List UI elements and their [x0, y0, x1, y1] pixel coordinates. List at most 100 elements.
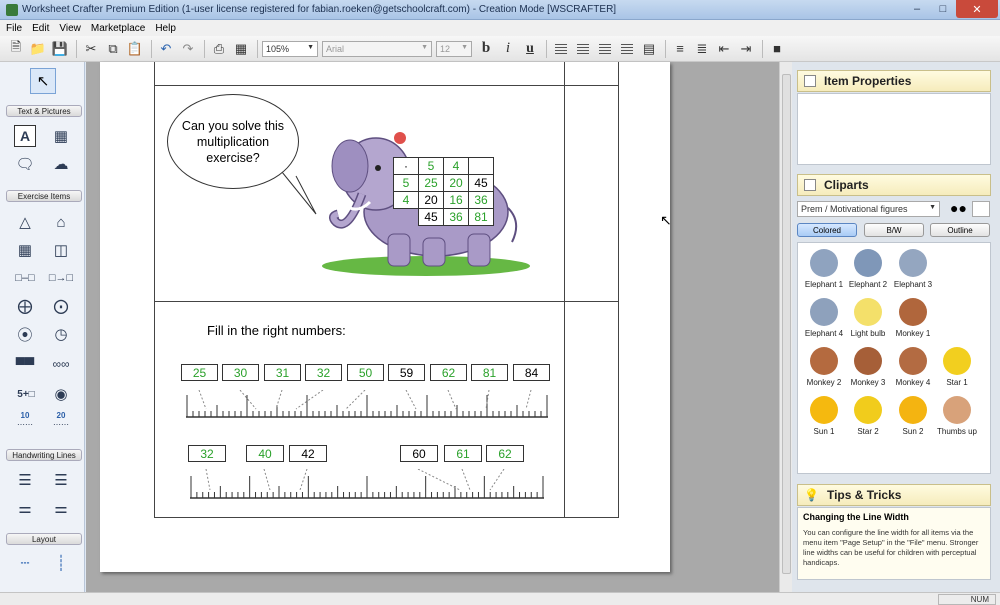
copy-icon[interactable]: ⧉ [103, 39, 123, 59]
number-line-2[interactable] [190, 469, 544, 501]
elephant-task-icon[interactable]: ◉ [50, 383, 72, 405]
filter-outline[interactable]: Outline [930, 223, 990, 237]
section-exercise-items[interactable]: Exercise Items [6, 190, 82, 202]
bullet-list-icon[interactable]: ≡ [670, 39, 690, 59]
menu-file[interactable]: File [6, 23, 22, 34]
number-box[interactable]: 40 [246, 445, 284, 462]
number-box[interactable]: 31 [264, 364, 301, 381]
number-box[interactable]: 60 [400, 445, 438, 462]
clipart-item[interactable]: Monkey 3 [845, 347, 891, 387]
clipart-item[interactable]: Sun 1 [801, 396, 847, 436]
indent-increase-icon[interactable]: ⇥ [736, 39, 756, 59]
maximize-button[interactable]: □ [930, 0, 956, 18]
grid-cell[interactable]: 5 [393, 174, 419, 192]
number-box[interactable]: 30 [222, 364, 259, 381]
grid-cell[interactable]: 25 [418, 174, 444, 192]
menu-marketplace[interactable]: Marketplace [91, 23, 145, 34]
clipart-item[interactable]: Elephant 2 [845, 249, 891, 289]
align-left-icon[interactable] [551, 39, 571, 59]
page-icon[interactable]: ▦ [231, 39, 251, 59]
bold-button[interactable]: b [476, 39, 496, 59]
filter-colored[interactable]: Colored [797, 223, 857, 237]
minimize-button[interactable]: – [904, 0, 930, 18]
grid-cell[interactable]: 4 [393, 191, 419, 209]
horizontal-divider-icon[interactable]: ┄ [14, 552, 36, 574]
canvas-area[interactable]: Can you solve this multiplication exerci… [86, 62, 779, 592]
hundred-grid-icon[interactable]: ▦ [14, 239, 36, 261]
clock-icon[interactable]: ◷ [50, 323, 72, 345]
lines-4-icon[interactable]: ⚌ [50, 497, 72, 519]
paste-icon[interactable]: 📋 [125, 39, 145, 59]
picture-tool-icon[interactable]: ▦ [50, 125, 72, 147]
color-square-icon[interactable]: ■ [767, 39, 787, 59]
math-task-icon[interactable]: 5+□ [12, 383, 40, 405]
speech-bubble-icon[interactable]: 🗨 [14, 153, 36, 175]
clipart-item[interactable]: Monkey 4 [890, 347, 936, 387]
clipart-item[interactable]: Star 1 [934, 347, 980, 387]
cut-icon[interactable]: ✂ [81, 39, 101, 59]
number-box[interactable]: 50 [347, 364, 384, 381]
clipart-item[interactable]: Light bulb [845, 298, 891, 338]
item-properties-header[interactable]: Item Properties [797, 70, 991, 92]
binoculars-icon[interactable]: ●● [950, 200, 967, 216]
clipart-item[interactable]: Elephant 1 [801, 249, 847, 289]
align-center-icon[interactable] [573, 39, 593, 59]
clipart-item[interactable]: Sun 2 [890, 396, 936, 436]
number-box[interactable]: 32 [188, 445, 226, 462]
filter-bw[interactable]: B/W [864, 223, 924, 237]
ruler-icon[interactable]: ▀▀ [14, 353, 36, 375]
clipart-item[interactable]: Star 2 [845, 396, 891, 436]
undo-icon[interactable]: ↶ [156, 39, 176, 59]
grid-cell[interactable]: 36 [468, 191, 494, 209]
zoom-select[interactable]: 105% ▼ [262, 40, 318, 57]
clipart-item[interactable]: Elephant 3 [890, 249, 936, 289]
numbered-list-icon[interactable]: ≣ [692, 39, 712, 59]
table-icon[interactable]: ◫ [50, 239, 72, 261]
number-house-icon[interactable]: ⌂ [50, 211, 72, 233]
text-box-icon[interactable]: ▤ [639, 39, 659, 59]
clipart-item[interactable]: Thumbs up [934, 396, 980, 436]
section-layout[interactable]: Layout [6, 533, 82, 545]
grid-cell[interactable]: 4 [443, 157, 469, 175]
clipart-item[interactable]: Monkey 2 [801, 347, 847, 387]
indent-decrease-icon[interactable]: ⇤ [714, 39, 734, 59]
grid-cell[interactable]: 16 [443, 191, 469, 209]
number-box[interactable]: 62 [430, 364, 467, 381]
align-right-icon[interactable] [595, 39, 615, 59]
number-box[interactable]: 59 [388, 364, 425, 381]
font-select[interactable]: Arial ▼ [322, 40, 432, 57]
number-box[interactable]: 84 [513, 364, 550, 381]
font-size-select[interactable]: 12 ▼ [436, 40, 472, 57]
counter-10-tool[interactable]: 10 ⋯⋯ [14, 409, 36, 431]
number-line-1[interactable] [186, 390, 548, 420]
arrow-cross-icon[interactable]: ⨁ [14, 295, 36, 317]
number-box[interactable]: 62 [486, 445, 524, 462]
pyramid-icon[interactable]: △ [14, 211, 36, 233]
underline-button[interactable]: u [520, 39, 540, 59]
scrollbar-thumb[interactable] [782, 74, 791, 574]
vertical-scrollbar[interactable] [779, 62, 792, 592]
save-icon[interactable]: 💾 [50, 39, 70, 59]
grid-cell[interactable]: 20 [443, 174, 469, 192]
grid-cell[interactable]: 20 [418, 191, 444, 209]
thought-bubble-icon[interactable]: ☁ [50, 153, 72, 175]
pointer-tool[interactable]: ↖ [30, 68, 56, 94]
text-tool-icon[interactable]: A [14, 125, 36, 147]
match-icon[interactable]: □→□ [49, 267, 73, 289]
italic-button[interactable]: i [498, 39, 518, 59]
lines-2-icon[interactable]: ☰ [50, 469, 72, 491]
number-box[interactable]: 81 [471, 364, 508, 381]
grid-cell[interactable] [468, 157, 494, 175]
connect-dots-icon[interactable]: □–□ [14, 267, 36, 289]
section-handwriting-lines[interactable]: Handwriting Lines [6, 449, 82, 461]
number-box[interactable]: 25 [181, 364, 218, 381]
arrow-diagram-icon[interactable]: ⨀ [50, 295, 72, 317]
clipart-item[interactable]: Monkey 1 [890, 298, 936, 338]
lines-1-icon[interactable]: ☰ [14, 469, 36, 491]
target-icon[interactable]: ⦿ [14, 323, 36, 345]
tips-header[interactable]: 💡 Tips & Tricks [797, 484, 991, 506]
clipart-gallery[interactable]: Elephant 1 Elephant 2 Elephant 3 Elephant 4… [797, 242, 991, 474]
grid-cell[interactable]: 45 [468, 174, 494, 192]
grid-cell[interactable]: 81 [468, 208, 494, 226]
number-box[interactable]: 32 [305, 364, 342, 381]
